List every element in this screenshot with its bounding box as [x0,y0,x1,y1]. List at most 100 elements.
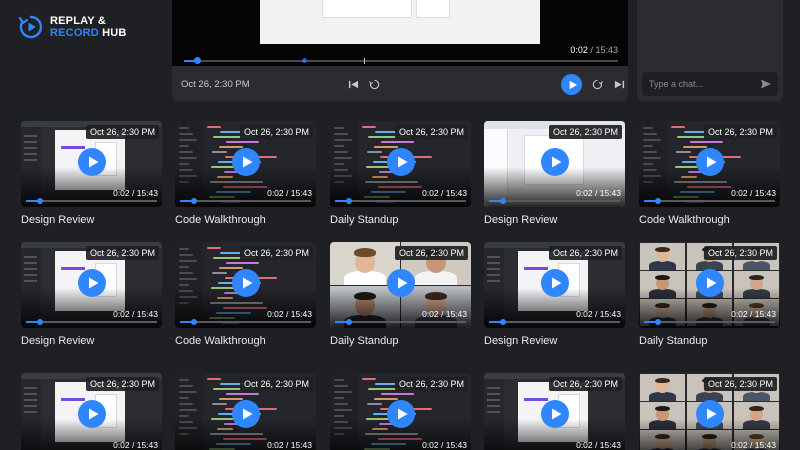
brand-logo[interactable]: REPLAY & RECORD HUB [18,14,127,40]
rewind-button[interactable] [364,74,384,94]
recording-date-badge: Oct 26, 2:30 PM [239,246,313,260]
recording-thumbnail[interactable]: Oct 26, 2:30 PM 0:02 / 15:43 [175,242,316,328]
recording-duration: 0:02 / 15:43 [576,440,621,450]
recording-title[interactable]: Daily Standup [639,335,708,347]
thumbnail-play-button[interactable] [232,400,260,428]
rewind-10-icon [368,79,379,89]
recording-date-badge: Oct 26, 2:30 PM [239,377,313,391]
recording-thumbnail[interactable]: Oct 26, 2:30 PM 0:02 / 15:43 [330,373,471,450]
recording-title[interactable]: Code Walkthrough [175,335,266,347]
recording-progress-bar[interactable] [335,198,466,204]
play-icon [707,277,717,289]
thumbnail-play-button[interactable] [387,400,415,428]
thumbnail-play-button[interactable] [232,269,260,297]
recording-date-badge: Oct 26, 2:30 PM [703,246,777,260]
recording-progress-bar[interactable] [644,319,775,325]
recording-progress-handle[interactable] [37,319,43,325]
thumbnail-play-button[interactable] [696,269,724,297]
recording-title[interactable]: Daily Standup [330,335,399,347]
player-video-area[interactable]: 0:02 / 15:43 [172,0,628,66]
recording-progress-bar[interactable] [180,198,311,204]
thumbnail-play-button[interactable] [78,400,106,428]
recording-progress-bar[interactable] [489,319,620,325]
recording-thumbnail[interactable]: Oct 26, 2:30 PM 0:02 / 15:43 [639,242,780,328]
chapter-marker[interactable] [302,58,307,63]
recording-progress-bar[interactable] [26,198,157,204]
player-time-total: 15:43 [595,45,618,55]
recording-thumbnail[interactable]: Oct 26, 2:30 PM 0:02 / 15:43 [484,121,625,207]
recording-date-badge: Oct 26, 2:30 PM [85,377,159,391]
recording-title[interactable]: Design Review [21,214,94,226]
recording-progress-bar[interactable] [26,319,157,325]
play-icon [243,277,253,289]
recording-thumbnail[interactable]: Oct 26, 2:30 PM 0:02 / 15:43 [484,242,625,328]
recording-thumbnail[interactable]: Oct 26, 2:30 PM 0:02 / 15:43 [484,373,625,450]
player-progress-handle[interactable] [194,57,202,64]
recording-date-badge: Oct 26, 2:30 PM [394,125,468,139]
play-icon [398,156,408,168]
player-progress-bar[interactable] [184,57,618,64]
thumbnail-play-button[interactable] [696,148,724,176]
recording-duration: 0:02 / 15:43 [576,309,621,319]
recording-progress-bar[interactable] [489,198,620,204]
brand-name: REPLAY & RECORD HUB [50,15,127,39]
play-icon [89,156,99,168]
replay-logo-icon [18,15,43,39]
play-icon [552,156,562,168]
recording-progress-handle[interactable] [191,319,197,325]
chat-input[interactable]: Type a chat... [642,72,778,96]
recording-progress-bar[interactable] [644,198,775,204]
play-icon [707,156,717,168]
recording-thumbnail[interactable]: Oct 26, 2:30 PM 0:02 / 15:43 [175,121,316,207]
recording-title[interactable]: Daily Standup [330,214,399,226]
thumbnail-play-button[interactable] [541,148,569,176]
thumbnail-play-button[interactable] [696,400,724,428]
thumbnail-play-button[interactable] [232,148,260,176]
player-time: 0:02 / 15:43 [570,45,618,55]
recording-thumbnail[interactable]: Oct 26, 2:30 PM 0:02 / 15:43 [330,242,471,328]
recording-thumbnail[interactable]: Oct 26, 2:30 PM 0:02 / 15:43 [330,121,471,207]
recording-thumbnail[interactable]: Oct 26, 2:30 PM 0:02 / 15:43 [21,373,162,450]
play-button[interactable] [561,74,582,95]
recording-progress-handle[interactable] [191,198,197,204]
recording-progress-handle[interactable] [500,198,506,204]
recording-thumbnail[interactable]: Oct 26, 2:30 PM 0:02 / 15:43 [175,373,316,450]
recording-progress-handle[interactable] [655,198,661,204]
recording-progress-handle[interactable] [37,198,43,204]
send-icon[interactable] [760,78,772,90]
recording-progress-handle[interactable] [346,198,352,204]
thumbnail-play-button[interactable] [541,269,569,297]
thumbnail-play-button[interactable] [541,400,569,428]
recording-title[interactable]: Design Review [484,335,557,347]
thumbnail-play-button[interactable] [78,269,106,297]
recording-title[interactable]: Code Walkthrough [639,214,730,226]
recording-progress-bar[interactable] [335,319,466,325]
forward-button[interactable] [587,74,607,94]
recording-progress-handle[interactable] [346,319,352,325]
recording-title[interactable]: Design Review [484,214,557,226]
skip-forward-button[interactable] [609,74,628,94]
recording-thumbnail[interactable]: Oct 26, 2:30 PM 0:02 / 15:43 [639,121,780,207]
chapter-marker[interactable] [364,58,365,64]
recording-thumbnail[interactable]: Oct 26, 2:30 PM 0:02 / 15:43 [21,242,162,328]
recording-progress-bar[interactable] [180,319,311,325]
play-icon [89,277,99,289]
recording-duration: 0:02 / 15:43 [576,188,621,198]
recording-thumbnail[interactable]: Oct 26, 2:30 PM 0:02 / 15:43 [639,373,780,450]
recording-title[interactable]: Design Review [21,335,94,347]
shared-screen [260,0,540,44]
recording-date-badge: Oct 26, 2:30 PM [239,125,313,139]
recording-date-badge: Oct 26, 2:30 PM [703,125,777,139]
play-icon [243,408,253,420]
thumbnail-play-button[interactable] [387,269,415,297]
skip-back-icon [348,80,358,88]
recording-title[interactable]: Code Walkthrough [175,214,266,226]
recording-progress-handle[interactable] [500,319,506,325]
skip-back-button[interactable] [343,74,363,94]
recording-progress-handle[interactable] [655,319,661,325]
thumbnail-play-button[interactable] [387,148,415,176]
brand-line2-accent: RECORD [50,27,99,39]
recording-thumbnail[interactable]: Oct 26, 2:30 PM 0:02 / 15:43 [21,121,162,207]
thumbnail-play-button[interactable] [78,148,106,176]
recording-duration: 0:02 / 15:43 [113,188,158,198]
